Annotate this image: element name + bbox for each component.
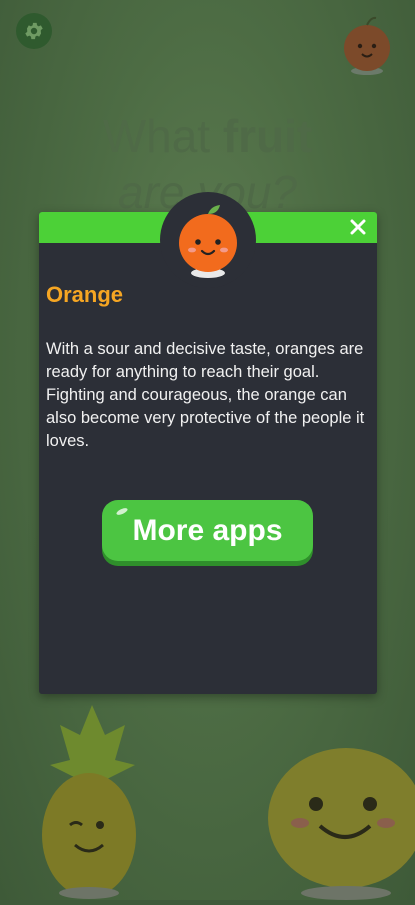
close-button[interactable] xyxy=(347,216,369,238)
lemon-character-icon xyxy=(258,738,415,900)
title-bold: fruit xyxy=(222,110,313,162)
fruit-name: Orange xyxy=(46,282,124,307)
fruit-result-modal: Orange With a sour and decisive taste, o… xyxy=(39,192,377,694)
close-icon xyxy=(350,219,366,235)
gear-icon xyxy=(25,22,43,40)
settings-button[interactable] xyxy=(16,13,52,49)
orange-character-icon[interactable] xyxy=(341,14,393,76)
orange-icon xyxy=(179,205,237,278)
button-shine xyxy=(115,506,129,517)
fruit-description: With a sour and decisive taste, oranges … xyxy=(46,340,365,450)
more-apps-label: More apps xyxy=(132,513,283,547)
title-normal: What xyxy=(102,110,223,162)
fruit-avatar xyxy=(160,192,256,288)
pineapple-character-icon xyxy=(35,705,150,900)
more-apps-button[interactable]: More apps xyxy=(102,500,313,561)
